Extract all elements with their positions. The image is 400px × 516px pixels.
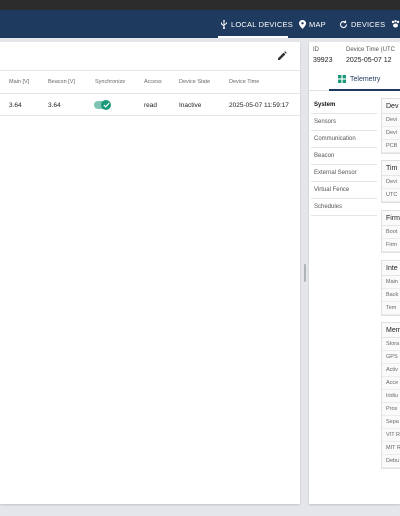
section-row: Back	[382, 289, 400, 302]
toggle-knob	[101, 99, 111, 110]
nav-devices[interactable]: DEVICES	[339, 10, 385, 38]
section-row: Devi	[382, 114, 400, 127]
section-row: Main	[382, 276, 400, 289]
section-row: Tem	[382, 302, 400, 315]
column-header-main-v[interactable]: Main [V]	[9, 79, 29, 85]
section-row: VIT R	[382, 429, 400, 442]
tab-telemetry[interactable]: Telemetry	[338, 75, 380, 83]
device-time-label: Device Time (UTC	[346, 47, 396, 53]
section-card-time: Tim Devi UTC	[381, 160, 400, 203]
device-details-panel: ID 39923 Device Time (UTC 2025-05-07 12 …	[309, 42, 400, 504]
synchronize-toggle[interactable]	[94, 99, 111, 110]
section-row: Iridiu	[382, 390, 400, 403]
section-title: Dev	[382, 99, 400, 114]
category-external-sensor[interactable]: External Sensor	[311, 165, 377, 182]
category-system[interactable]: System	[311, 97, 377, 114]
category-virtual-fence[interactable]: Virtual Fence	[311, 182, 377, 199]
tab-telemetry-label: Telemetry	[350, 75, 381, 83]
category-communication[interactable]: Communication	[311, 131, 377, 148]
category-beacon[interactable]: Beacon	[311, 148, 377, 165]
cell-device-state: Inactive	[179, 102, 202, 109]
nav-local-devices[interactable]: LOCAL DEVICES	[220, 10, 293, 38]
nav-map[interactable]: MAP	[299, 10, 326, 38]
column-header-access[interactable]: Access	[144, 79, 162, 85]
section-row: MIT R	[382, 442, 400, 455]
check-icon	[102, 102, 110, 108]
section-row: UTC	[382, 189, 400, 202]
app-bar: LOCAL DEVICES MAP DEVICES	[0, 10, 400, 38]
section-card-memory: Mem Stora GPS Activ Acce Iridiu Prox Sep…	[381, 322, 400, 469]
category-schedules[interactable]: Schedules	[311, 199, 377, 216]
section-title: Inte	[382, 261, 400, 276]
column-header-device-state[interactable]: Device State	[179, 79, 210, 85]
section-row: Devi	[382, 127, 400, 140]
section-row: Prox	[382, 403, 400, 416]
table-row[interactable]: 3.64 3.64 read Inactive 2025-05-07 11:59…	[0, 94, 300, 116]
tab-active-indicator	[329, 89, 400, 91]
section-row: Acce	[382, 377, 400, 390]
section-row: Activ	[382, 364, 400, 377]
section-row: Devi	[382, 176, 400, 189]
nav-active-indicator	[218, 36, 288, 38]
cell-device-time: 2025-05-07 11:59:17	[229, 102, 289, 109]
device-id-label: ID	[313, 47, 319, 53]
details-tabs: Telemetry	[309, 71, 400, 91]
section-title: Mem	[382, 323, 400, 338]
section-card-device: Dev Devi Devi PCB	[381, 98, 400, 154]
section-row: PCB	[382, 140, 400, 153]
table-header: Main [V] Beacon [V] Synchronize Access D…	[0, 70, 300, 94]
section-row: Sepa	[382, 416, 400, 429]
panel-resize-handle[interactable]	[304, 264, 306, 282]
paw-icon	[391, 20, 400, 28]
section-row: Firm	[382, 239, 400, 252]
nav-map-label: MAP	[309, 19, 326, 29]
devices-table-panel: Main [V] Beacon [V] Synchronize Access D…	[0, 42, 300, 504]
grid-icon	[338, 75, 346, 83]
section-row: Stora	[382, 338, 400, 351]
device-id-value: 39923	[313, 57, 333, 64]
column-header-device-time[interactable]: Device Time	[229, 79, 259, 85]
cell-beacon-v: 3.64	[48, 102, 61, 109]
column-header-beacon-v[interactable]: Beacon [V]	[48, 79, 75, 85]
nav-local-devices-label: LOCAL DEVICES	[231, 19, 293, 29]
column-header-synchronize[interactable]: Synchronize	[95, 79, 125, 85]
nav-more[interactable]	[391, 10, 400, 38]
device-time-value: 2025-05-07 12	[346, 57, 392, 64]
nav-devices-label: DEVICES	[351, 19, 386, 29]
cell-access: read	[144, 102, 158, 109]
cell-main-v: 3.64	[9, 102, 22, 109]
section-row: GPS	[382, 351, 400, 364]
refresh-icon	[339, 20, 348, 28]
section-card-firmware: Firm Boot Firm	[381, 210, 400, 253]
map-pin-icon	[299, 19, 306, 29]
section-title: Tim	[382, 161, 400, 176]
category-sensors[interactable]: Sensors	[311, 114, 377, 131]
window-top-strip	[0, 0, 400, 10]
section-title: Firm	[382, 211, 400, 226]
section-row: Debu	[382, 455, 400, 468]
section-card-internal: Inte Main Back Tem	[381, 260, 400, 316]
telemetry-category-list: System Sensors Communication Beacon Exte…	[311, 97, 377, 216]
usb-icon	[221, 19, 227, 29]
section-row: Boot	[382, 226, 400, 239]
edit-icon[interactable]	[277, 51, 287, 61]
